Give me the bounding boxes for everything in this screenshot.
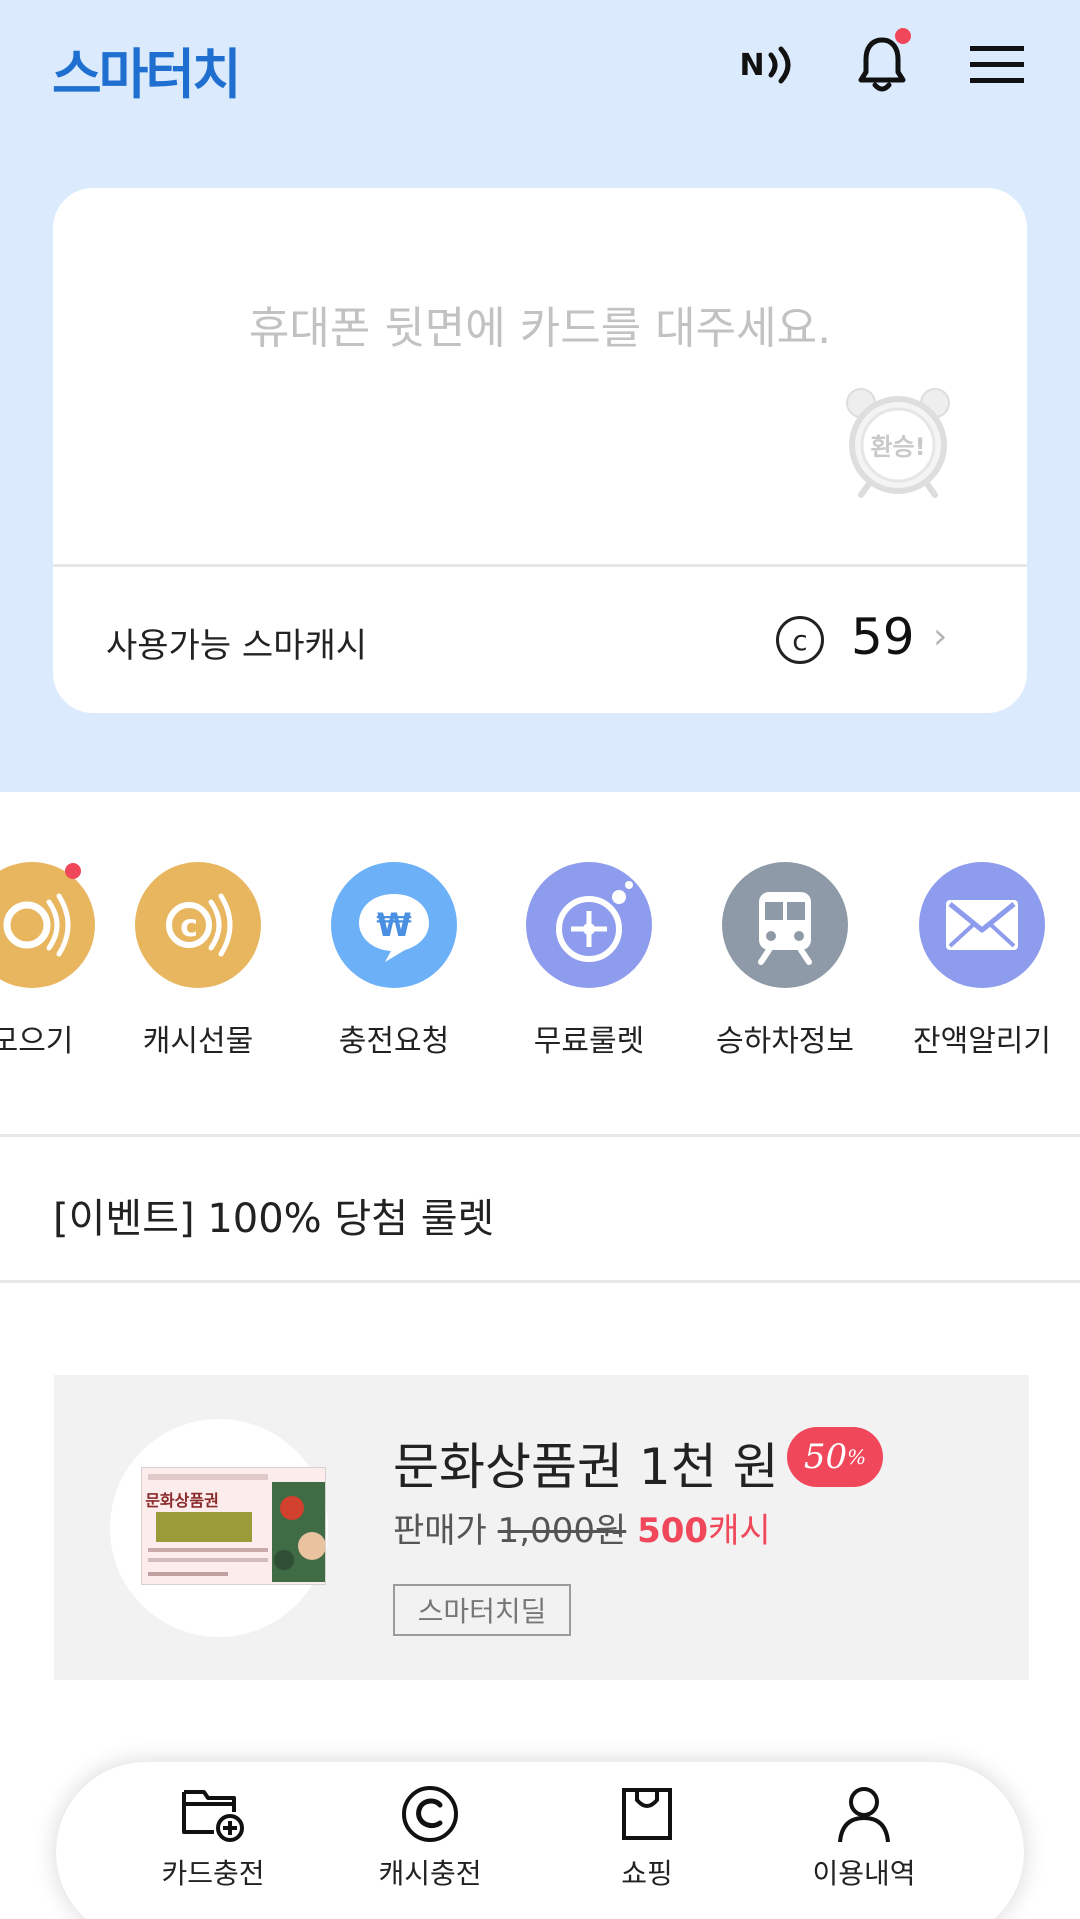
notification-bell-icon[interactable] xyxy=(847,28,917,100)
cash-charge-icon xyxy=(330,1784,530,1844)
nfc-icon[interactable]: N xyxy=(734,30,804,100)
transit-card-panel[interactable]: 휴대폰 뒷면에 카드를 대주세요. 환승! 사용가능 스마캐시 c 59 › xyxy=(53,188,1027,713)
new-badge-dot xyxy=(65,863,81,879)
bell-icon xyxy=(858,37,906,92)
available-cash-label: 사용가능 스마캐시 xyxy=(106,626,368,666)
notification-dot xyxy=(895,28,911,44)
shopping-bag-icon xyxy=(547,1784,747,1844)
discount-unit: % xyxy=(847,1445,867,1469)
nav-label: 쇼핑 xyxy=(621,1857,673,1890)
hamburger-icon xyxy=(970,46,1024,83)
sale-amount: 500 xyxy=(637,1511,709,1551)
svg-text:c: c xyxy=(180,909,198,944)
roulette-icon xyxy=(526,862,652,988)
promo-tag: 스마터치딜 xyxy=(393,1584,571,1636)
bottom-navigation: 카드충전 캐시충전 쇼핑 이용내역 xyxy=(56,1762,1024,1919)
quick-item-roulette[interactable]: 무료룰렛 xyxy=(494,862,684,1060)
chevron-right-icon[interactable]: › xyxy=(933,616,947,657)
event-banner-title[interactable]: [이벤트] 100% 당첨 룰렛 xyxy=(53,1186,494,1244)
available-cash-value: 59 xyxy=(851,608,915,666)
quick-item-boarding-info[interactable]: 승하차정보 xyxy=(690,862,880,1060)
quick-label: 승하차정보 xyxy=(716,1024,854,1059)
nav-history[interactable]: 이용내역 xyxy=(764,1784,964,1892)
quick-label: 무료룰렛 xyxy=(533,1024,645,1059)
discount-badge: 50% xyxy=(787,1427,883,1487)
tap-card-message: 휴대폰 뒷면에 카드를 대주세요. xyxy=(248,303,832,354)
cash-gift-icon: c xyxy=(135,862,261,988)
charge-request-icon: ₩ xyxy=(331,862,457,988)
divider xyxy=(0,1134,1080,1137)
quick-label: 충전요청 xyxy=(338,1024,450,1059)
alarm-label: 환승! xyxy=(870,433,925,461)
card-divider xyxy=(53,564,1027,567)
nfc-letter: N xyxy=(739,47,765,83)
voucher-image: 문화상품권 xyxy=(141,1467,326,1585)
promo-price: 판매가 1,000원 500캐시 xyxy=(393,1503,771,1552)
promo-card[interactable]: 문화상품권 문화상품권 1천 원 50% 판매가 1,000원 500캐시 스마… xyxy=(54,1375,1029,1680)
nav-cash-charge[interactable]: 캐시충전 xyxy=(330,1784,530,1892)
price-label: 판매가 xyxy=(393,1511,498,1551)
train-icon xyxy=(722,862,848,988)
nav-shopping[interactable]: 쇼핑 xyxy=(547,1784,747,1892)
divider xyxy=(0,1280,1080,1283)
voucher-title: 문화상품권 xyxy=(145,1491,219,1510)
quick-item-charge-request[interactable]: ₩ 충전요청 xyxy=(299,862,489,1060)
nfc-waves xyxy=(768,46,791,84)
quick-item-balance-alert[interactable]: 잔액알리기 xyxy=(887,862,1077,1060)
cash-coin-icon: c xyxy=(776,616,824,664)
transfer-alarm-icon: 환승! xyxy=(846,388,950,498)
mail-icon xyxy=(919,862,1045,988)
quick-label: 캐시선물 xyxy=(142,1024,254,1059)
nav-label: 카드충전 xyxy=(161,1857,265,1890)
card-charge-icon xyxy=(113,1784,313,1844)
won-symbol: ₩ xyxy=(376,906,411,944)
cash-collect-icon xyxy=(0,862,95,988)
promo-title: 문화상품권 1천 원 xyxy=(393,1438,779,1496)
user-icon xyxy=(764,1784,964,1844)
nav-label: 캐시충전 xyxy=(378,1857,482,1890)
sale-unit: 캐시 xyxy=(708,1511,771,1551)
quick-item-cash-gift[interactable]: c 캐시선물 xyxy=(103,862,293,1060)
nav-label: 이용내역 xyxy=(812,1857,916,1890)
discount-value: 50 xyxy=(803,1437,848,1477)
original-price: 1,000원 xyxy=(497,1511,627,1551)
nav-card-charge[interactable]: 카드충전 xyxy=(113,1784,313,1892)
menu-icon[interactable] xyxy=(962,30,1032,100)
app-logo: 스마터치 xyxy=(52,43,242,106)
quick-label: 잔액알리기 xyxy=(913,1024,1051,1059)
